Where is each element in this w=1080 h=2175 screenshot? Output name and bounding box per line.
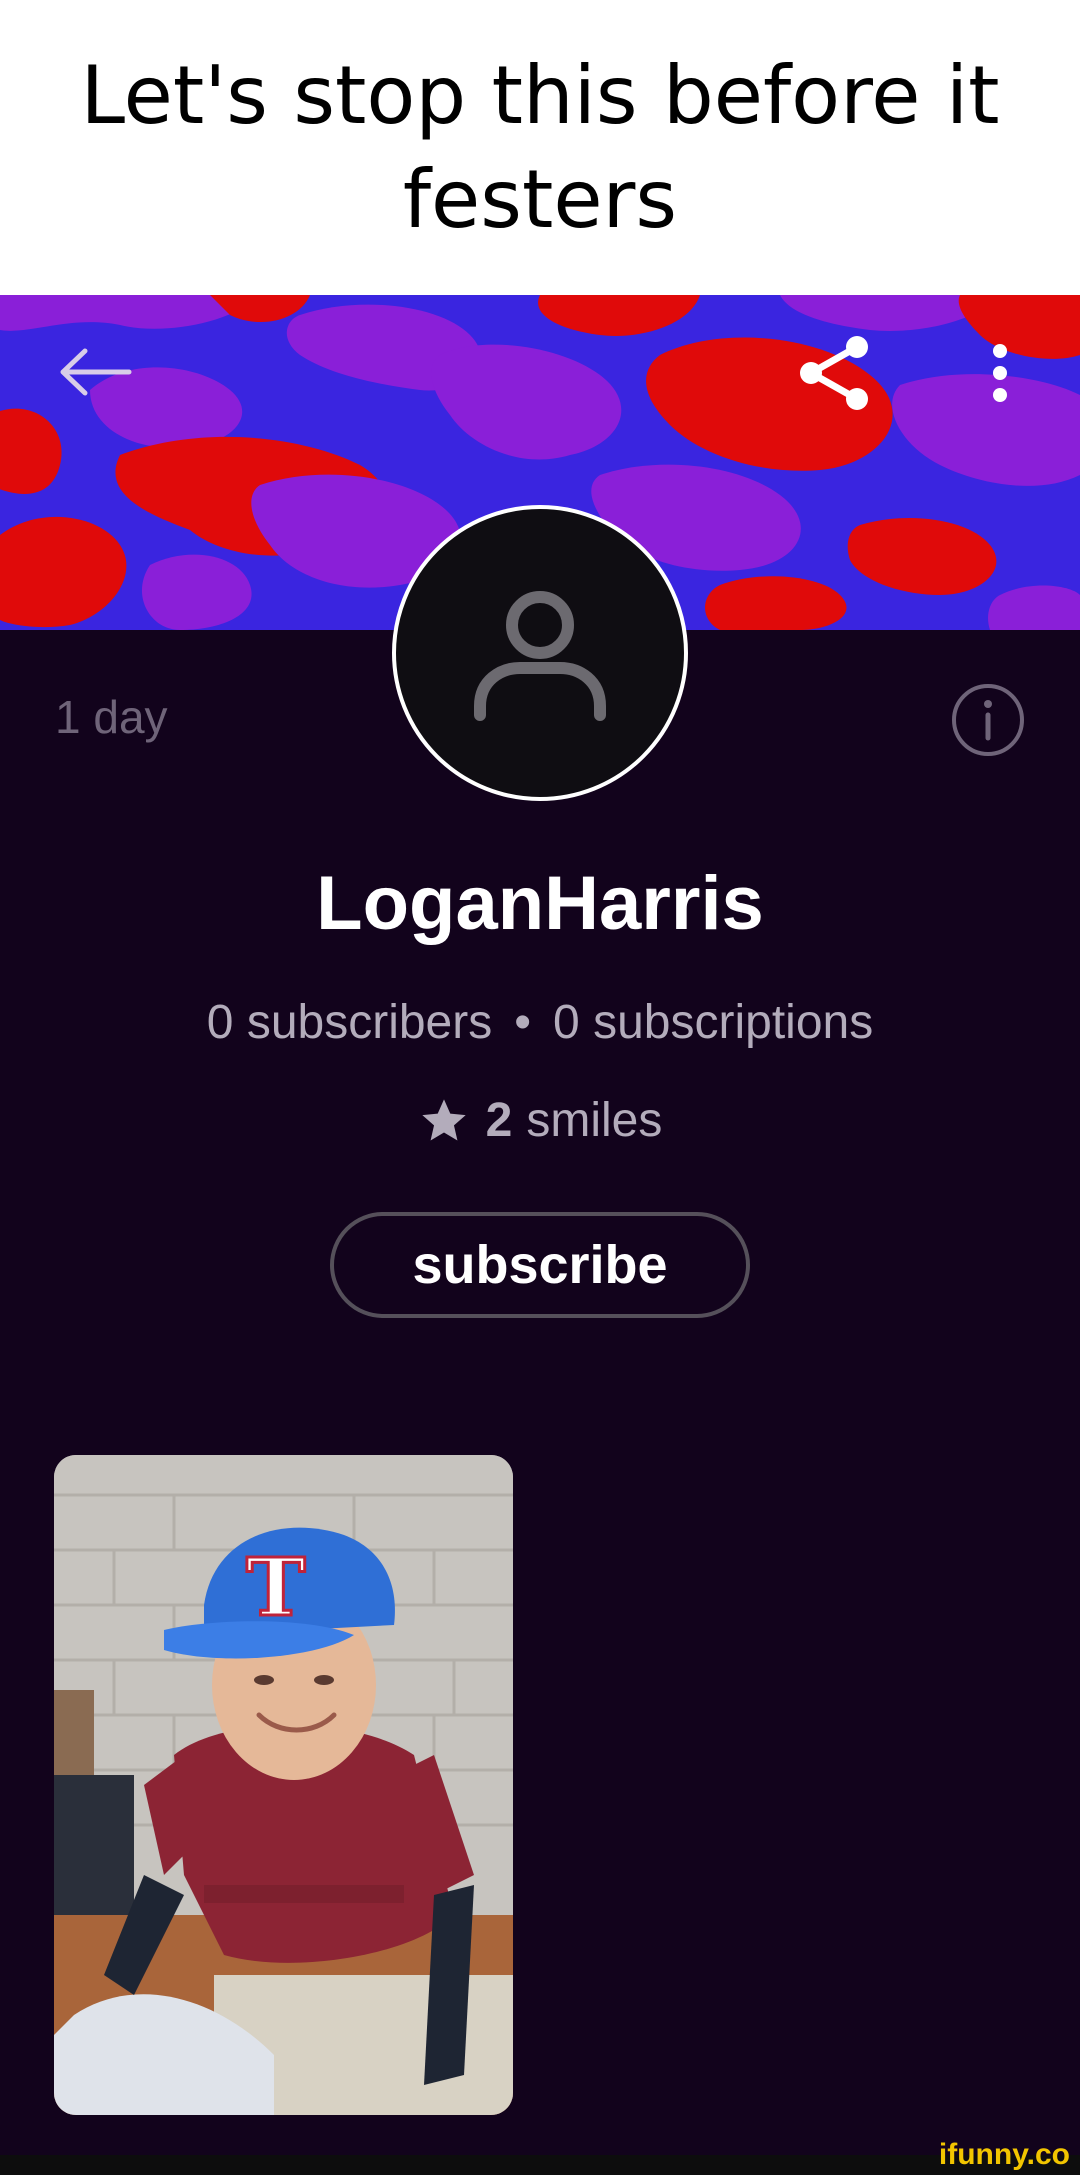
more-options-button[interactable] xyxy=(980,335,1020,410)
arrow-left-icon xyxy=(60,348,132,396)
more-vertical-icon xyxy=(993,343,1007,402)
svg-text:T: T xyxy=(246,1540,306,1634)
meme-caption: Let's stop this before it festers xyxy=(0,0,1080,295)
star-icon xyxy=(421,1098,466,1140)
smiles-label: smiles xyxy=(526,1094,663,1147)
subscribers-count[interactable]: 0 subscribers xyxy=(207,996,492,1049)
info-button[interactable] xyxy=(950,682,1026,758)
subscribe-button[interactable]: subscribe xyxy=(330,1212,750,1318)
stats-separator: • xyxy=(514,996,532,1049)
share-icon xyxy=(800,335,868,410)
profile-stats: 0 subscribers • 0 subscriptions xyxy=(0,995,1080,1050)
info-icon xyxy=(952,684,1024,756)
footer-bar xyxy=(0,2155,1080,2175)
smiles-count: 2 smiles xyxy=(0,1093,1080,1148)
user-silhouette-icon xyxy=(474,591,606,721)
post-thumbnail[interactable]: T xyxy=(54,1455,513,2115)
share-button[interactable] xyxy=(795,330,875,415)
smiles-number: 2 xyxy=(485,1094,513,1147)
ifunny-watermark: ifunny.co xyxy=(938,2138,1070,2171)
avatar[interactable] xyxy=(392,505,688,801)
back-button[interactable] xyxy=(50,340,140,404)
account-age: 1 day xyxy=(55,691,168,743)
subscriptions-count[interactable]: 0 subscriptions xyxy=(553,996,873,1049)
profile-username: LoganHarris xyxy=(316,861,764,946)
